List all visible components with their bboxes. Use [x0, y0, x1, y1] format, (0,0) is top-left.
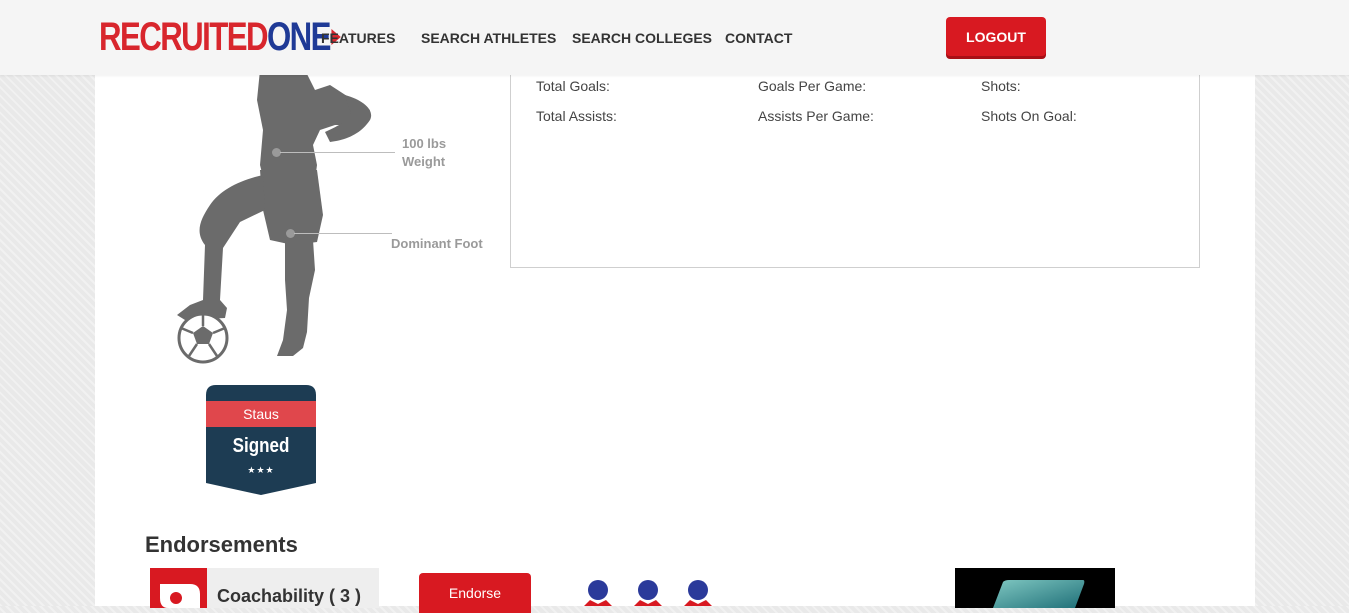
dominant-foot-label: Dominant Foot — [391, 236, 483, 251]
whistle-icon — [160, 584, 200, 608]
weight-label: Weight — [402, 154, 446, 169]
coachability-label: Coachability ( 3 ) — [217, 586, 362, 606]
endorsement-card: Coachability ( 3 ) — [150, 568, 379, 608]
stat-total-goals: Total Goals: — [536, 78, 610, 94]
stat-shots-on-goal: Shots On Goal: — [981, 108, 1077, 124]
endorse-button[interactable]: Endorse — [419, 573, 531, 613]
nav-search-athletes[interactable]: SEARCH ATHLETES — [421, 30, 556, 46]
weight-value: 100 lbs — [402, 136, 447, 151]
endorsements-title: Endorsements — [145, 532, 298, 557]
video-preview-image — [993, 580, 1085, 608]
stat-assists-per-game: Assists Per Game: — [758, 108, 874, 124]
stat-shots: Shots: — [981, 78, 1021, 94]
stat-goals-per-game: Goals Per Game: — [758, 78, 867, 94]
logo[interactable]: RECRUITED ONE — [99, 15, 341, 59]
endorser-avatar-icon[interactable] — [580, 578, 616, 606]
soccer-player-silhouette-icon — [177, 70, 372, 364]
endorser-avatar-icon[interactable] — [680, 578, 716, 606]
status-label: Staus — [243, 406, 279, 422]
endorser-avatar-icon[interactable] — [630, 578, 666, 606]
site-header: RECRUITED ONE FEATURES SEARCH ATHLETES S… — [0, 0, 1349, 75]
stat-total-assists: Total Assists: — [536, 108, 617, 124]
nav-features[interactable]: FEATURES — [321, 30, 395, 46]
status-badge: Staus Signed ★★★ — [206, 385, 316, 495]
nav-contact[interactable]: CONTACT — [725, 30, 792, 46]
whistle-icon-box — [150, 568, 207, 608]
nav-search-colleges[interactable]: SEARCH COLLEGES — [572, 30, 712, 46]
logout-button[interactable]: LOGOUT — [946, 17, 1046, 56]
video-thumbnail[interactable] — [955, 568, 1115, 608]
status-value: Signed — [232, 435, 290, 457]
logo-text-recruited: RECRUITED — [99, 14, 269, 59]
weight-callout-line — [280, 152, 395, 153]
status-stars: ★★★ — [247, 465, 275, 475]
foot-callout-line — [294, 233, 392, 234]
